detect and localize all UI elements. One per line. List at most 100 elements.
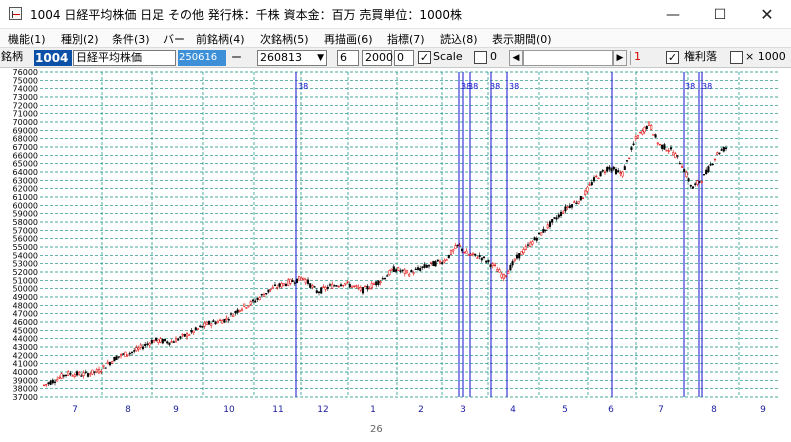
- start-date-input[interactable]: 250616: [178, 50, 226, 66]
- candle-body: [410, 270, 413, 273]
- candle-body: [639, 131, 642, 134]
- candle-body: [421, 266, 424, 268]
- candle-body: [397, 267, 400, 271]
- candle-body: [267, 289, 270, 293]
- candle-body: [535, 237, 538, 241]
- candle-body: [117, 356, 120, 358]
- option-checkbox[interactable]: [474, 51, 487, 64]
- candle-body: [89, 373, 92, 376]
- menu-prev-stock[interactable]: 前銘柄(4): [196, 31, 245, 47]
- candle-body: [524, 246, 527, 250]
- candle-body: [454, 245, 457, 249]
- toolbar-separator: [630, 51, 631, 65]
- menu-next-stock[interactable]: 次銘柄(5): [260, 31, 309, 47]
- period-input-b[interactable]: 2000: [362, 50, 393, 66]
- candle-body: [58, 377, 61, 379]
- candle-body: [467, 254, 470, 256]
- stock-code-input[interactable]: 1004: [34, 50, 72, 66]
- period-input-a[interactable]: 6: [337, 50, 359, 66]
- menu-condition[interactable]: 条件(3): [112, 31, 150, 47]
- candle-body: [493, 264, 497, 267]
- candle-body: [412, 272, 415, 274]
- candle-body: [311, 285, 314, 288]
- option-value: 0: [490, 50, 497, 63]
- end-date-dropdown[interactable]: 260813 ▼: [257, 50, 327, 66]
- rights-checkbox[interactable]: ✓: [666, 51, 679, 64]
- candle-body: [683, 169, 686, 173]
- candle-body: [520, 251, 523, 255]
- candle-body: [529, 242, 532, 247]
- candle-body: [456, 244, 459, 246]
- candle-body: [610, 168, 613, 172]
- candle-body: [423, 264, 426, 268]
- candle-body: [661, 144, 664, 149]
- candle-body: [73, 374, 76, 377]
- candle-body: [148, 343, 151, 346]
- scale-checkbox[interactable]: ✓: [418, 51, 431, 64]
- period-input-c[interactable]: 0: [394, 50, 414, 66]
- candle-body: [711, 163, 714, 166]
- candle-body: [705, 169, 708, 175]
- candle-body: [716, 152, 719, 155]
- menu-load[interactable]: 読込(8): [440, 31, 478, 47]
- y-tick-label: 68000: [13, 135, 38, 144]
- candle-body: [95, 369, 98, 373]
- candle-body: [469, 253, 472, 256]
- candle-body: [434, 261, 437, 267]
- y-tick-label: 46000: [13, 318, 38, 327]
- candle-body: [685, 172, 688, 178]
- y-tick-label: 76000: [13, 68, 38, 77]
- close-button[interactable]: ✕: [744, 0, 790, 29]
- candle-body: [652, 133, 655, 136]
- candle-body: [575, 202, 578, 205]
- chart-scrollbar[interactable]: [523, 50, 613, 66]
- minimize-button[interactable]: —: [650, 0, 696, 29]
- scroll-left-button[interactable]: ◀: [509, 50, 523, 66]
- menu-indicator[interactable]: 指標(7): [387, 31, 425, 47]
- candle-body: [293, 282, 296, 284]
- y-tick-label: 45000: [13, 326, 38, 335]
- y-tick-label: 51000: [13, 276, 38, 285]
- candle-body: [115, 356, 118, 360]
- candle-body: [69, 372, 72, 375]
- candle-body: [522, 249, 525, 254]
- candle-body: [256, 298, 259, 300]
- candle-body: [557, 214, 560, 218]
- candle-body: [326, 286, 329, 289]
- menu-display-period[interactable]: 表示期間(0): [492, 31, 552, 47]
- candle-body: [507, 271, 510, 274]
- candle-body: [687, 178, 690, 182]
- candlestick-chart-svg[interactable]: 3700038000390004000041000420004300044000…: [0, 68, 791, 442]
- candle-body: [482, 256, 486, 258]
- maximize-button[interactable]: ☐: [697, 0, 743, 29]
- candle-body: [42, 384, 46, 387]
- candle-body: [280, 283, 283, 288]
- candle-body: [619, 172, 622, 174]
- x1000-checkbox[interactable]: [730, 51, 743, 64]
- x-month-label: 9: [173, 405, 179, 415]
- candle-body: [500, 273, 503, 278]
- stock-name-field[interactable]: 日経平均株価: [73, 50, 176, 66]
- candle-body: [47, 382, 50, 384]
- price-chart[interactable]: 37000 38000 39000 40000 41000 42000 43000 44000…: [0, 68, 791, 442]
- candle-body: [632, 143, 635, 145]
- y-tick-label: 64000: [13, 168, 38, 177]
- candle-body: [265, 293, 268, 295]
- candle-body: [568, 205, 571, 209]
- candle-body: [45, 383, 48, 386]
- candle-body: [603, 171, 607, 173]
- candle-body: [537, 232, 541, 235]
- menu-type[interactable]: 種別(2): [61, 31, 99, 47]
- y-tick-label: 55000: [13, 243, 38, 252]
- candle-body: [379, 281, 382, 283]
- y-tick-label: 41000: [13, 360, 38, 369]
- menu-bar-item[interactable]: バー: [163, 31, 185, 47]
- menu-redraw[interactable]: 再描画(6): [324, 31, 373, 47]
- y-tick-label: 57000: [13, 226, 38, 235]
- candle-body: [592, 177, 596, 182]
- candle-body: [234, 311, 237, 314]
- candle-body: [718, 152, 721, 154]
- menu-bar: 機能(1) 種別(2) 条件(3) バー 前銘柄(4) 次銘柄(5) 再描画(6…: [0, 29, 791, 47]
- scroll-right-button[interactable]: ▶: [613, 50, 627, 66]
- menu-function[interactable]: 機能(1): [8, 31, 46, 47]
